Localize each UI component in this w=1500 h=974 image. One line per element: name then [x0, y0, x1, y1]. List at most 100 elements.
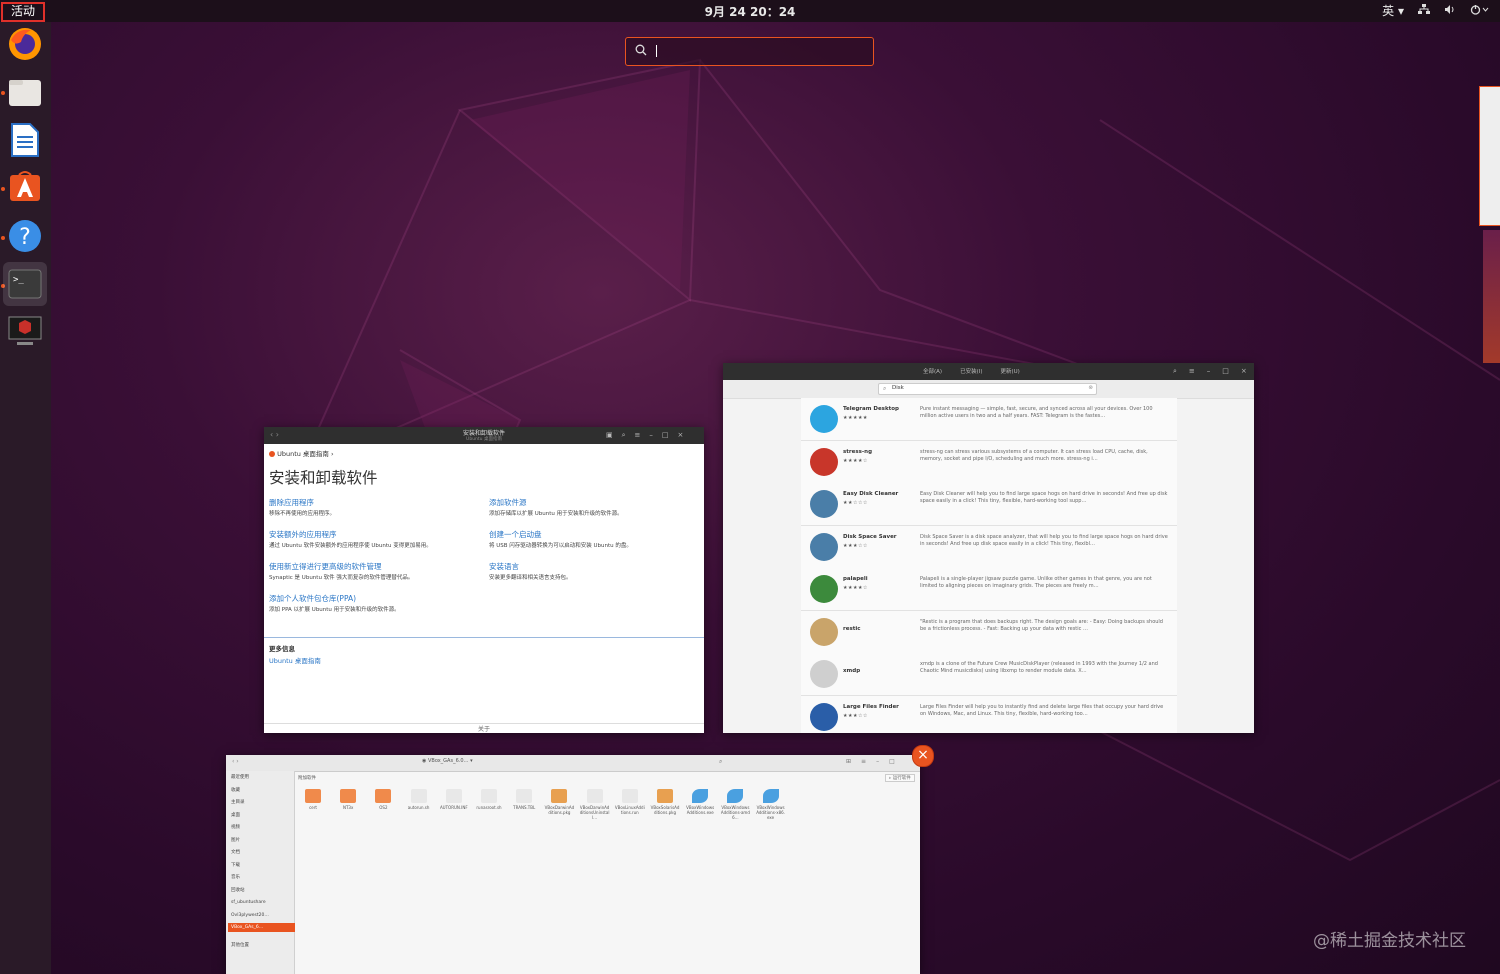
- search-box[interactable]: [625, 37, 874, 66]
- close-icon[interactable]: ×: [678, 431, 684, 440]
- menu-icon[interactable]: ≡: [861, 758, 866, 765]
- sidebar-item[interactable]: 其他位置: [231, 941, 291, 950]
- software-tab[interactable]: 已安装(I): [960, 367, 982, 375]
- maximize-icon[interactable]: □: [662, 431, 669, 440]
- maximize-icon[interactable]: □: [1222, 367, 1229, 376]
- file-item[interactable]: VBoxLinuxAdditions.run: [615, 789, 645, 815]
- file-item[interactable]: VBoxWindowsAdditions-amd6…: [720, 789, 750, 820]
- search-icon[interactable]: ⌕: [1173, 367, 1177, 376]
- software-search-input[interactable]: ⌕ Disk ⊗: [878, 383, 1097, 395]
- sidebar-item[interactable]: 最近使用: [231, 773, 291, 782]
- path-bar[interactable]: ◉ VBox_GAs_6.0… ▾: [422, 758, 473, 764]
- app-list-item[interactable]: stress-ng ★★★★☆ stress-ng can stress vario…: [801, 440, 1177, 484]
- app-list-item[interactable]: restic "Restic is a program that does bac…: [801, 610, 1177, 654]
- menu-icon[interactable]: ≡: [1189, 367, 1195, 376]
- software-tabs: 全部(A) 已安装(I) 更新(U): [923, 367, 1020, 375]
- firefox-launcher[interactable]: [3, 22, 47, 66]
- files-window[interactable]: ‹ › ◉ VBox_GAs_6.0… ▾ ⌕ ⊞ ≡ – □ 最近使用收藏主目…: [226, 755, 920, 974]
- app-list-item[interactable]: Telegram Desktop ★★★★★ Pure instant messag…: [801, 398, 1177, 441]
- software-tab[interactable]: 全部(A): [923, 367, 942, 375]
- help-topic-link[interactable]: 安装额外的应用程序: [269, 529, 337, 540]
- file-item[interactable]: TRANS.TBL: [509, 789, 539, 810]
- file-item[interactable]: AUTORUN.INF: [439, 789, 469, 810]
- help-topic-link[interactable]: 添加个人软件包仓库(PPA): [269, 593, 356, 604]
- app-list-item[interactable]: palapeli ★★★★☆ Palapeli is a single-player…: [801, 568, 1177, 611]
- minimize-icon[interactable]: –: [1207, 367, 1211, 376]
- sidebar-item[interactable]: 桌面: [231, 811, 291, 820]
- software-launcher[interactable]: [3, 164, 47, 208]
- sidebar-item[interactable]: sf_ubuntushare: [231, 898, 291, 907]
- bookmark-icon[interactable]: ▣: [606, 431, 613, 440]
- close-icon[interactable]: ×: [1241, 367, 1247, 376]
- app-list-item[interactable]: Disk Space Saver ★★★☆☆ Disk Space Saver is…: [801, 525, 1177, 569]
- app-list-item[interactable]: Easy Disk Cleaner ★★☆☆☆ Easy Disk Cleaner …: [801, 483, 1177, 526]
- files-titlebar[interactable]: ‹ › ◉ VBox_GAs_6.0… ▾ ⌕ ⊞ ≡ – □: [226, 755, 920, 772]
- sidebar-item[interactable]: 图片: [231, 836, 291, 845]
- minimize-icon[interactable]: –: [649, 431, 653, 440]
- remote-desktop-launcher[interactable]: [3, 310, 47, 354]
- help-topic-link[interactable]: 删除应用程序: [269, 497, 314, 508]
- app-rating: ★★★☆☆: [843, 712, 868, 719]
- input-method-indicator[interactable]: 英 ▾: [1382, 2, 1404, 19]
- clock[interactable]: 9月 24 20：24: [0, 3, 1500, 20]
- app-name: Disk Space Saver: [843, 533, 897, 540]
- help-window[interactable]: ‹ › 安装和卸载软件 Ubuntu 桌面指南 ▣ ⌕ ≡ – □ × Ubun…: [264, 427, 704, 733]
- sidebar-item[interactable]: 主目录: [231, 798, 291, 807]
- maximize-icon[interactable]: □: [889, 758, 895, 765]
- search-icon[interactable]: ⌕: [622, 431, 626, 440]
- sidebar-item[interactable]: 下载: [231, 861, 291, 870]
- menu-icon[interactable]: ≡: [635, 431, 641, 440]
- software-window-controls: ⌕ ≡ – □ ×: [1173, 367, 1247, 376]
- close-window-button[interactable]: ×: [912, 745, 934, 767]
- file-item[interactable]: runasroot.sh: [474, 789, 504, 810]
- minimize-icon[interactable]: –: [876, 758, 879, 765]
- help-topic-link[interactable]: 安装语言: [489, 561, 519, 572]
- network-icon[interactable]: [1418, 3, 1430, 18]
- file-item[interactable]: VBoxSolarisAdditions.pkg: [650, 789, 680, 815]
- more-info-link[interactable]: Ubuntu 桌面指南: [269, 655, 321, 665]
- view-icon[interactable]: ⊞: [846, 758, 851, 765]
- run-software-button[interactable]: ▹ 运行软件: [885, 774, 915, 782]
- workspace-thumbnail-2[interactable]: [1483, 230, 1500, 363]
- software-titlebar[interactable]: 全部(A) 已安装(I) 更新(U) ⌕ ≡ – □ ×: [723, 363, 1254, 380]
- help-topic-link[interactable]: 创建一个启动盘: [489, 529, 542, 540]
- workspace-thumbnail-1[interactable]: [1479, 86, 1500, 226]
- sidebar-item[interactable]: 收藏: [231, 786, 291, 795]
- app-list-item[interactable]: Large Files Finder ★★★☆☆ Large Files Finde…: [801, 695, 1177, 733]
- breadcrumb-link[interactable]: Ubuntu 桌面指南 ›: [277, 450, 334, 458]
- software-window[interactable]: 全部(A) 已安装(I) 更新(U) ⌕ ≡ – □ × ⌕ Disk ⊗ Tele…: [723, 363, 1254, 733]
- help-topic-link[interactable]: 添加软件源: [489, 497, 527, 508]
- help-titlebar[interactable]: ‹ › 安装和卸载软件 Ubuntu 桌面指南 ▣ ⌕ ≡ – □ ×: [264, 427, 704, 444]
- back-forward-buttons[interactable]: ‹ ›: [232, 758, 239, 765]
- file-item[interactable]: autorun.sh: [404, 789, 434, 810]
- sidebar-item[interactable]: 视频: [231, 823, 291, 832]
- software-tab[interactable]: 更新(U): [1000, 367, 1019, 375]
- file-name: VBoxLinuxAdditions.run: [614, 805, 645, 815]
- writer-launcher[interactable]: [3, 118, 47, 162]
- files-icon: [9, 80, 41, 106]
- help-icon: ?: [9, 220, 41, 252]
- sidebar-item[interactable]: 回收站: [231, 886, 291, 895]
- volume-icon[interactable]: [1444, 4, 1456, 18]
- terminal-launcher[interactable]: >_: [3, 262, 47, 306]
- file-item[interactable]: NT3x: [333, 789, 363, 810]
- file-item[interactable]: VBoxDarwinAdditionsUninstall…: [580, 789, 610, 820]
- file-item[interactable]: VBoxWindowsAdditions-x86.exe: [756, 789, 786, 820]
- power-icon[interactable]: [1470, 4, 1490, 18]
- app-list-item[interactable]: xmdp xmdp is a clone of the Future Crew M…: [801, 653, 1177, 696]
- help-topic-link[interactable]: 使用新立得进行更高级的软件管理: [269, 561, 382, 572]
- about-footer[interactable]: 关于: [264, 723, 704, 733]
- clear-icon[interactable]: ⊗: [1088, 385, 1093, 391]
- file-item[interactable]: VBoxDarwinAdditions.pkg: [544, 789, 574, 815]
- help-launcher[interactable]: ?: [3, 214, 47, 258]
- sidebar-item[interactable]: 音乐: [231, 873, 291, 882]
- sidebar-item[interactable]: Ovl3plywest20…: [231, 911, 291, 920]
- file-item[interactable]: VBoxWindowsAdditions.exe: [685, 789, 715, 815]
- search-icon[interactable]: ⌕: [719, 758, 722, 766]
- sidebar-item[interactable]: VBox_GAs_6…: [228, 923, 295, 932]
- file-item[interactable]: OS2: [368, 789, 398, 810]
- file-item[interactable]: cert: [298, 789, 328, 810]
- sidebar-item[interactable]: 文档: [231, 848, 291, 857]
- files-launcher[interactable]: [3, 70, 47, 114]
- search-input[interactable]: [654, 42, 858, 62]
